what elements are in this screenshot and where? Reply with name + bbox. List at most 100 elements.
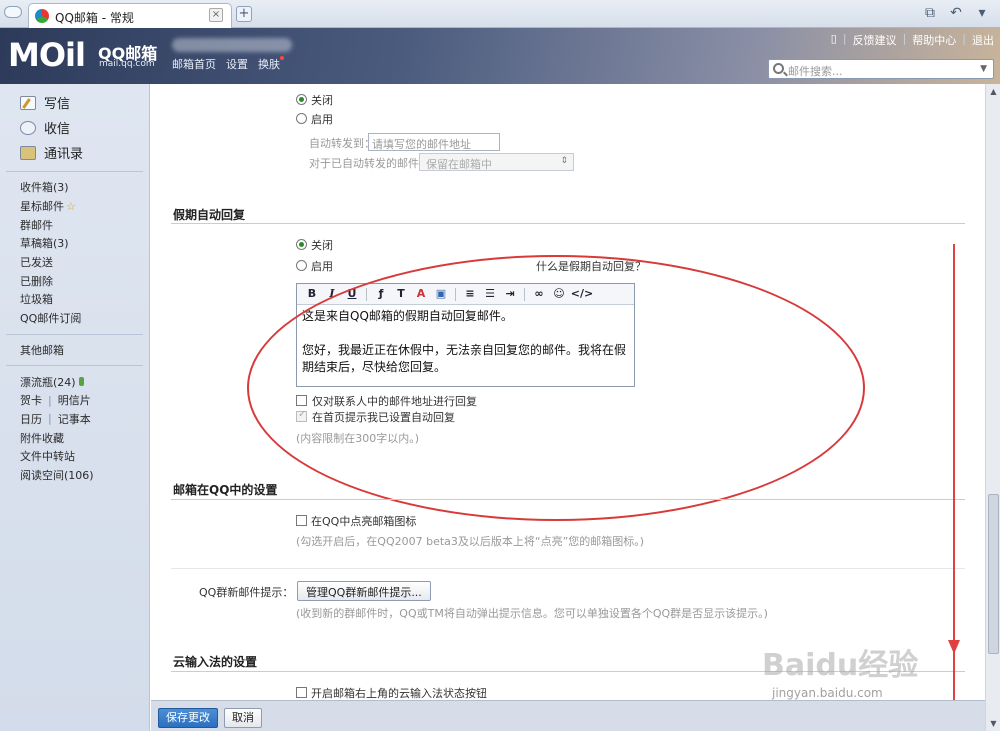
sidebar-item-reading-space[interactable]: 阅读空间(106) <box>20 466 149 485</box>
top-links: ▯ | 反馈建议 | 帮助中心 | 退出 <box>830 32 994 48</box>
sidebar-item-greeting-card[interactable]: 贺卡 <box>20 392 42 408</box>
window-restore-icon[interactable]: ⧉ <box>922 5 938 21</box>
link-help[interactable]: 帮助中心 <box>912 32 956 48</box>
cancel-button[interactable]: 取消 <box>224 708 262 728</box>
settings-content: 关闭 启用 自动转发到： 请填写您的邮件地址 对于已自动转发的邮件： 保留在邮箱… <box>151 84 985 700</box>
sidebar-item-receive[interactable]: 收信 <box>20 115 149 140</box>
sidebar-divider <box>6 365 143 367</box>
logo-domain-text: mail.qq.com <box>99 59 155 69</box>
sidebar-item-file-transfer[interactable]: 文件中转站 <box>20 447 149 466</box>
mail-header: MOil QQ邮箱 mail.qq.com 邮箱首页 设置 换肤 ▯ | 反馈建… <box>0 28 1000 84</box>
sidebar-item-contacts[interactable]: 通讯录 <box>20 140 149 165</box>
sidebar-item-postcard[interactable]: 明信片 <box>58 392 91 408</box>
qq-mail-favicon-icon <box>35 9 49 23</box>
cloud-icon[interactable] <box>4 6 22 18</box>
group-mail-label: QQ群新邮件提示： <box>199 586 294 599</box>
mail-logo[interactable]: MOil <box>8 36 86 74</box>
compose-icon <box>20 95 36 110</box>
vacation-off-label: 关闭 <box>311 239 333 252</box>
sidebar-item-compose[interactable]: 写信 <box>20 90 149 115</box>
baidu-watermark-url: jingyan.baidu.com <box>772 686 883 700</box>
bottle-icon <box>78 377 84 387</box>
sidebar-item-drafts[interactable]: 草稿箱(3) <box>20 234 149 253</box>
red-arrow-line <box>953 244 955 700</box>
top-nav: 邮箱首页 设置 换肤 <box>172 56 284 72</box>
sidebar-item-inbox[interactable]: 收件箱(3) <box>20 178 149 197</box>
qq-section-title: 邮箱在QQ中的设置 <box>173 483 278 497</box>
light-icon-label: 在QQ中点亮邮箱图标 <box>311 515 417 528</box>
forward-to-label: 自动转发到： <box>309 137 375 150</box>
sidebar-item-other-mailboxes[interactable]: 其他邮箱 <box>20 341 149 360</box>
link-logout[interactable]: 退出 <box>972 32 994 48</box>
vacation-on-radio[interactable] <box>296 260 307 271</box>
forward-off-label: 关闭 <box>311 94 333 107</box>
vacation-section-title: 假期自动回复 <box>173 208 246 222</box>
tab-close-button[interactable]: × <box>209 8 223 22</box>
sidebar-row-cards: 贺卡 | 明信片 <box>20 392 91 408</box>
address-book-icon <box>20 145 36 160</box>
nav-mail-home[interactable]: 邮箱首页 <box>172 56 216 72</box>
red-annotation-oval <box>247 255 865 521</box>
tab-title: QQ邮箱 - 常规 <box>55 11 134 25</box>
back-arrow-icon[interactable]: ↶ <box>948 5 964 21</box>
group-mail-hint: (收到新的群邮件时，QQ或TM将自动弹出提示信息。您可以单独设置各个QQ群是否显… <box>296 607 768 620</box>
new-tab-button[interactable]: + <box>236 6 252 22</box>
blurred-user-name <box>172 38 292 52</box>
nav-skin[interactable]: 换肤 <box>258 56 284 72</box>
baidu-watermark: Baidu经验 <box>762 648 919 683</box>
sidebar-item-group-mail[interactable]: 群邮件 <box>20 215 149 234</box>
action-bar: 保存更改 取消 <box>151 700 985 731</box>
search-placeholder: 邮件搜索... <box>788 65 843 78</box>
cloud-ime-label: 开启邮箱右上角的云输入法状态按钮 <box>311 687 487 700</box>
sidebar-item-spam[interactable]: 垃圾箱 <box>20 290 149 309</box>
scroll-up-icon[interactable]: ▲ <box>988 86 999 97</box>
nav-settings[interactable]: 设置 <box>226 56 248 72</box>
page-scrollbar[interactable]: ▲ ▼ <box>985 84 1000 731</box>
sidebar-item-sent[interactable]: 已发送 <box>20 253 149 272</box>
star-icon: ☆ <box>66 199 76 213</box>
forward-after-select[interactable]: 保留在邮箱中 ⇕ <box>419 153 574 171</box>
red-arrow-head-icon <box>948 640 960 654</box>
scroll-thumb[interactable] <box>988 494 999 654</box>
sidebar-item-notebook[interactable]: 记事本 <box>58 411 91 427</box>
browser-tab[interactable]: QQ邮箱 - 常规 × <box>28 3 232 28</box>
receive-icon <box>20 120 36 135</box>
phone-icon[interactable]: ▯ <box>831 32 837 48</box>
vacation-off-radio[interactable] <box>296 239 307 250</box>
sidebar-divider <box>6 171 143 172</box>
sidebar: 写信 收信 通讯录 收件箱(3) 星标邮件 ☆ 群邮件 草稿箱(3) 已发送 已删… <box>0 84 150 731</box>
link-feedback[interactable]: 反馈建议 <box>853 32 897 48</box>
forward-after-label: 对于已自动转发的邮件： <box>309 157 430 170</box>
sidebar-item-drift-bottle[interactable]: 漂流瓶(24) <box>20 372 149 391</box>
light-icon-hint: (勾选开启后，在QQ2007 beta3及以后版本上将“点亮”您的邮箱图标。) <box>296 535 645 548</box>
new-dot-icon <box>280 56 284 60</box>
mail-search-input[interactable]: 邮件搜索... ▼ <box>768 59 994 79</box>
bold-button[interactable]: B <box>303 286 321 302</box>
section-divider <box>171 499 965 500</box>
select-arrows-icon: ⇕ <box>560 156 568 166</box>
light-icon-checkbox[interactable] <box>296 515 307 526</box>
sidebar-item-subscriptions[interactable]: QQ邮件订阅 <box>20 309 149 328</box>
manage-group-mail-button[interactable]: 管理QQ群新邮件提示... <box>297 581 431 601</box>
forward-off-radio[interactable] <box>296 94 307 105</box>
menu-down-icon[interactable]: ▾ <box>974 5 990 21</box>
row-divider <box>171 568 965 569</box>
search-icon <box>773 63 784 74</box>
forward-address-input[interactable]: 请填写您的邮件地址 <box>368 133 500 151</box>
ime-section-title: 云输入法的设置 <box>173 655 258 669</box>
sidebar-item-starred[interactable]: 星标邮件 ☆ <box>20 197 149 216</box>
save-button[interactable]: 保存更改 <box>158 708 218 728</box>
section-divider <box>171 223 965 224</box>
sidebar-row-calendar: 日历 | 记事本 <box>20 411 91 427</box>
sidebar-divider <box>6 333 143 335</box>
browser-tab-bar: QQ邮箱 - 常规 × + ⧉ ↶ ▾ <box>0 0 1000 28</box>
vacation-on-label: 启用 <box>311 260 333 273</box>
sidebar-item-attachments[interactable]: 附件收藏 <box>20 428 149 447</box>
chevron-down-icon[interactable]: ▼ <box>980 64 987 74</box>
forward-on-label: 启用 <box>311 113 333 126</box>
cloud-ime-checkbox[interactable] <box>296 687 307 698</box>
scroll-down-icon[interactable]: ▼ <box>988 718 999 729</box>
forward-on-radio[interactable] <box>296 113 307 124</box>
sidebar-item-deleted[interactable]: 已删除 <box>20 271 149 290</box>
sidebar-item-calendar[interactable]: 日历 <box>20 411 42 427</box>
